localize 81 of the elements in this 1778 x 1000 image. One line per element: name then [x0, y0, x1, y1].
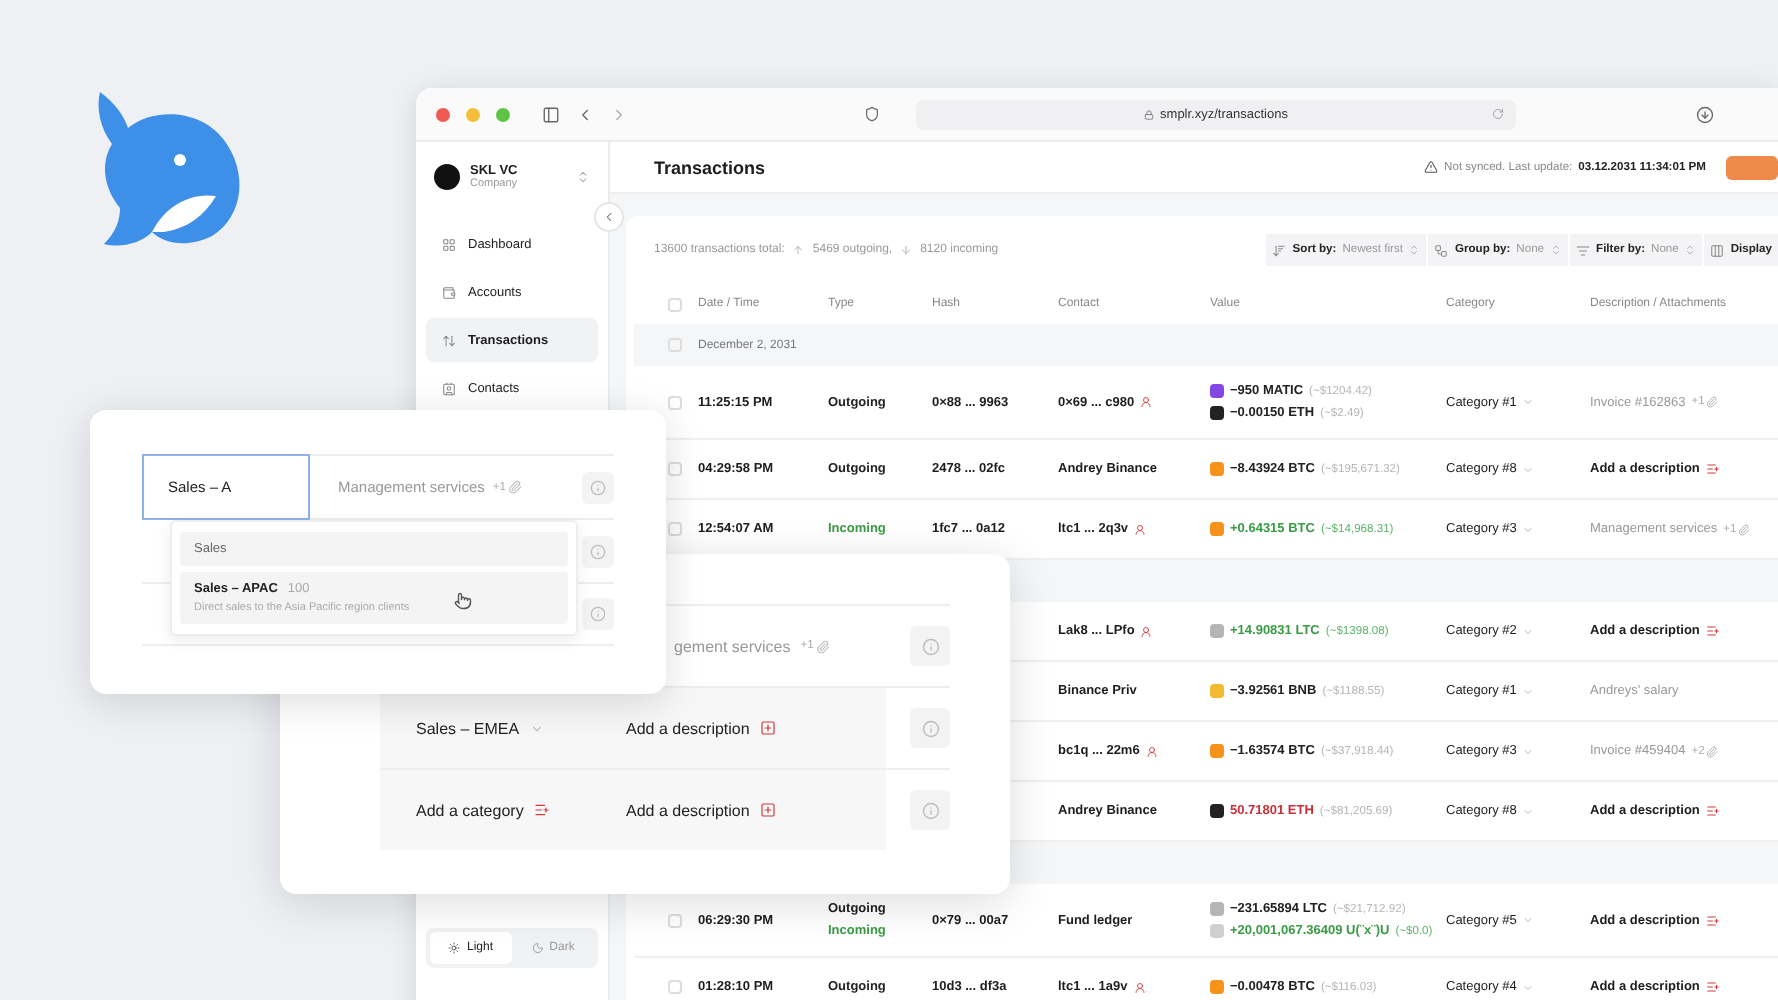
collapse-button[interactable]: [594, 202, 624, 232]
chevron-down-icon: [529, 721, 544, 735]
add-description-link[interactable]: Add a description: [626, 801, 776, 819]
nav-icon: [442, 285, 456, 299]
sun-icon: [448, 942, 461, 954]
add-list-icon: [1705, 804, 1720, 818]
chevron-down-icon: [1522, 981, 1535, 993]
lock-icon: [1144, 109, 1155, 119]
reload-icon: [1492, 108, 1504, 120]
maximize-dot[interactable]: [496, 107, 510, 121]
person-icon: [1134, 523, 1147, 535]
checkbox[interactable]: [668, 522, 682, 536]
nav-icon: [442, 381, 456, 395]
paperclip-icon: [1706, 396, 1719, 408]
checkbox[interactable]: [668, 395, 682, 409]
info-button[interactable]: [582, 535, 614, 567]
add-list-icon: [1705, 913, 1720, 927]
plus-square-icon: [759, 802, 776, 818]
info-icon: [590, 543, 606, 559]
checkbox[interactable]: [668, 913, 682, 927]
chevron-down-icon: [1522, 685, 1535, 697]
chevron-down-icon: [1522, 625, 1535, 637]
warning-icon: [1424, 160, 1439, 174]
updown-chevron-icon[interactable]: [576, 170, 590, 184]
shield-icon: [864, 106, 880, 122]
add-list-icon: [1705, 462, 1720, 476]
chevron-down-icon: [1522, 914, 1535, 926]
add-list-icon: [1705, 980, 1720, 994]
nav-icon: [442, 333, 456, 347]
add-list-icon: [533, 802, 550, 818]
plus-square-icon: [759, 720, 776, 736]
add-description-link[interactable]: Add a description: [626, 719, 776, 737]
info-icon: [590, 606, 606, 622]
toolbar-icon: [1576, 243, 1591, 257]
paperclip-icon: [815, 639, 830, 653]
forward-icon[interactable]: [610, 105, 628, 123]
checkbox[interactable]: [668, 980, 682, 994]
info-button[interactable]: [910, 626, 950, 666]
chevron-down-icon: [1522, 805, 1535, 817]
person-icon: [1145, 745, 1158, 757]
page-title: Transactions: [654, 157, 766, 177]
info-button[interactable]: [910, 708, 950, 748]
nav-icon: [442, 237, 456, 251]
chevron-down-icon: [1522, 745, 1535, 757]
moon-icon: [531, 942, 544, 954]
info-icon: [921, 719, 939, 737]
info-button[interactable]: [582, 598, 614, 630]
chevron-down-icon: [1522, 396, 1535, 408]
info-icon: [921, 801, 939, 819]
back-icon[interactable]: [576, 105, 594, 123]
person-icon: [1140, 625, 1153, 637]
person-icon: [1140, 396, 1153, 408]
sync-button[interactable]: [1726, 155, 1778, 179]
paperclip-icon: [1738, 523, 1751, 535]
chevron-left-icon: [602, 210, 616, 224]
close-dot[interactable]: [436, 107, 450, 121]
minimize-dot[interactable]: [466, 107, 480, 121]
toolbar-icon: [1434, 243, 1449, 257]
checkbox[interactable]: [668, 297, 682, 311]
info-button[interactable]: [910, 790, 950, 830]
chevron-down-icon: [1522, 523, 1535, 535]
arrow-down-icon: [900, 244, 913, 256]
paperclip-icon: [1706, 745, 1719, 757]
info-button[interactable]: [582, 471, 614, 503]
org-avatar: [434, 164, 460, 190]
download-icon[interactable]: [1696, 105, 1714, 123]
checkbox[interactable]: [668, 462, 682, 476]
info-icon: [921, 637, 939, 655]
checkbox[interactable]: [668, 338, 682, 352]
toolbar-icon: [1710, 243, 1725, 257]
paperclip-icon: [507, 480, 522, 494]
category-select[interactable]: Sales – EMEA: [416, 719, 544, 737]
info-icon: [590, 479, 606, 495]
person-icon: [1133, 981, 1146, 993]
chevron-down-icon: [1522, 463, 1535, 475]
toolbar-icon: [1272, 243, 1287, 257]
add-list-icon: [1705, 624, 1720, 638]
arrow-up-icon: [792, 244, 805, 256]
add-category-link[interactable]: Add a category: [416, 801, 550, 819]
sidebar-toggle-icon[interactable]: [542, 105, 560, 123]
hand-pointer-icon: [454, 592, 472, 610]
